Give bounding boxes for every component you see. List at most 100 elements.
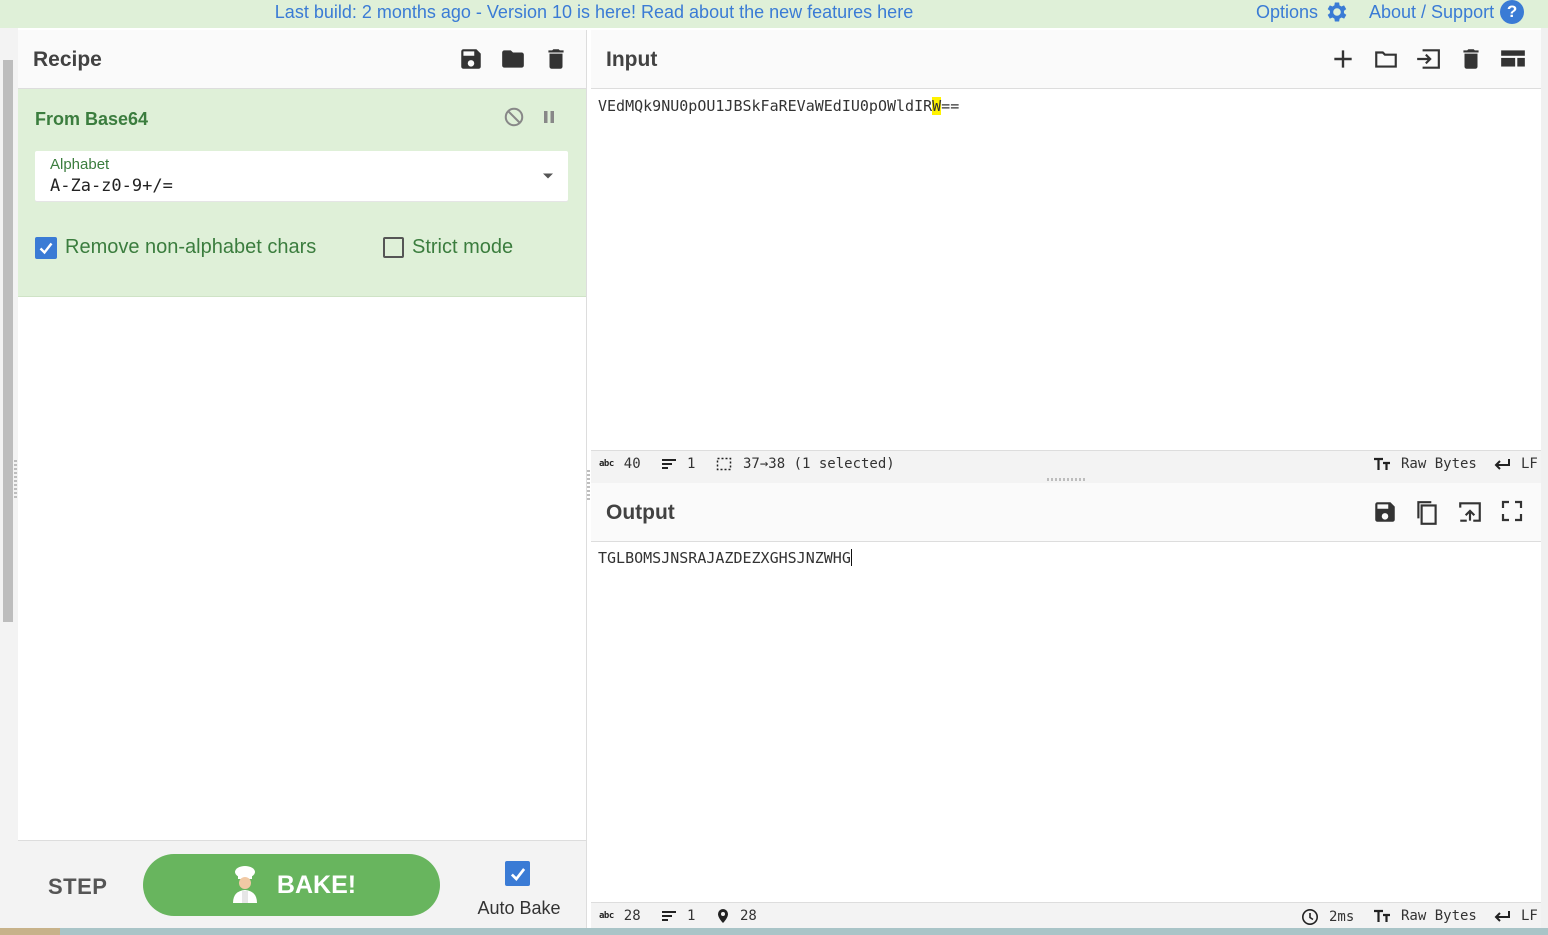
reset-layout-icon[interactable]: [1499, 46, 1525, 72]
save-icon[interactable]: [458, 46, 484, 72]
auto-bake-checkbox[interactable]: Auto Bake: [476, 861, 566, 921]
output-line-count: 1: [661, 908, 695, 924]
lines-icon: [661, 458, 677, 470]
save-output-icon[interactable]: [1372, 499, 1398, 525]
output-caret-position: 28: [716, 908, 757, 924]
operation-title: From Base64: [35, 109, 149, 129]
input-text-before: VEdMQk9NU0pOU1JBSkFaREVaWEdIU0pOWldIR: [598, 97, 933, 115]
input-title: Input: [606, 48, 658, 71]
auto-bake-label: Auto Bake: [477, 898, 561, 918]
lines-icon: [661, 910, 677, 922]
column-resize-grip[interactable]: [587, 470, 590, 500]
input-encoding-value: Raw Bytes: [1401, 456, 1477, 472]
remove-non-alphabet-label: Remove non-alphabet chars: [65, 236, 317, 258]
chevron-down-icon: [542, 172, 554, 180]
chef-icon: [227, 865, 263, 905]
about-support-label: About / Support: [1369, 1, 1495, 22]
char-count-icon: abc: [599, 459, 614, 469]
from-base64-operation[interactable]: From Base64 Alphabet A-Za-z0-9+/= Remove…: [18, 89, 586, 297]
return-icon: [1493, 457, 1511, 471]
input-char-count-value: 40: [623, 456, 641, 472]
output-title: Output: [606, 501, 675, 524]
output-eol[interactable]: LF: [1493, 908, 1538, 924]
taskbar-edge: [0, 928, 1548, 935]
output-encoding-value: Raw Bytes: [1401, 908, 1477, 924]
add-tab-icon[interactable]: [1330, 46, 1356, 72]
taskbar-edge-left: [0, 928, 60, 935]
left-resize-grip[interactable]: [14, 460, 17, 498]
disable-icon[interactable]: [503, 106, 525, 128]
options-label: Options: [1256, 1, 1319, 22]
output-char-count: abc 28: [599, 908, 641, 924]
output-text-value: TGLBOMSJNSRAJAZDEZXGHSJNZWHG: [598, 549, 851, 567]
char-count-icon: abc: [599, 911, 614, 921]
recipe-title: Recipe: [33, 48, 102, 71]
alphabet-select[interactable]: Alphabet A-Za-z0-9+/=: [35, 151, 568, 201]
output-position-value: 28: [740, 908, 757, 924]
open-file-icon[interactable]: [1413, 46, 1440, 72]
checkbox-unchecked-icon: [383, 237, 404, 258]
folder-icon[interactable]: [500, 46, 526, 72]
text-type-icon: [1373, 457, 1391, 471]
build-notice-link[interactable]: Last build: 2 months ago - Version 10 is…: [0, 0, 1188, 24]
input-textarea[interactable]: VEdMQk9NU0pOU1JBSkFaREVaWEdIU0pOWldIRW==: [598, 97, 959, 115]
output-status-bar: abc 28 1 28 2ms Raw Bytes LF: [591, 902, 1541, 929]
output-header: Output: [591, 483, 1541, 542]
checkbox-checked-icon: [35, 236, 57, 259]
alphabet-label: Alphabet: [50, 156, 110, 173]
input-selection-info: 37→38 (1 selected): [716, 456, 895, 472]
right-window-edge: [1541, 28, 1548, 928]
open-folder-icon[interactable]: [1372, 46, 1398, 72]
bake-time-value: 2ms: [1329, 909, 1355, 925]
recipe-header: Recipe: [18, 30, 586, 89]
replace-input-icon[interactable]: [1457, 499, 1483, 525]
trash-icon[interactable]: [543, 46, 569, 72]
options-button[interactable]: Options: [1256, 0, 1350, 24]
input-line-count-value: 1: [687, 456, 696, 472]
return-icon: [1493, 909, 1511, 923]
output-textarea[interactable]: TGLBOMSJNSRAJAZDEZXGHSJNZWHG: [598, 549, 852, 567]
output-char-count-value: 28: [623, 908, 641, 924]
input-line-count: 1: [661, 456, 695, 472]
fullscreen-icon[interactable]: [1500, 499, 1526, 525]
strict-mode-label: Strict mode: [412, 236, 514, 258]
output-line-count-value: 1: [687, 908, 696, 924]
row-resize-grip[interactable]: [1047, 478, 1087, 481]
recipe-controls: STEP BAKE! Auto Bake: [18, 840, 586, 929]
selection-icon: [716, 457, 733, 472]
output-eol-value: LF: [1521, 908, 1538, 924]
gear-icon: [1324, 0, 1350, 25]
text-type-icon: [1373, 909, 1391, 923]
checkbox-checked-icon: [505, 861, 530, 886]
recipe-panel: Recipe From Base64 Alphabet A-Za-z0-9+/=: [18, 30, 587, 929]
input-eol-value: LF: [1521, 456, 1538, 472]
input-selection-value: 37→38 (1 selected): [743, 456, 895, 472]
remove-non-alphabet-checkbox[interactable]: Remove non-alphabet chars: [35, 236, 316, 259]
input-eol[interactable]: LF: [1493, 456, 1538, 472]
top-banner: Last build: 2 months ago - Version 10 is…: [0, 0, 1548, 28]
clear-input-icon[interactable]: [1458, 46, 1484, 72]
bake-label: BAKE!: [276, 870, 357, 899]
left-scrollbar-thumb[interactable]: [3, 60, 13, 622]
copy-icon[interactable]: [1414, 499, 1440, 525]
input-text-selection: W: [932, 97, 942, 115]
input-text-after: ==: [941, 97, 960, 115]
input-panel: Input VEdMQk9NU0pOU1JBSkFaREVaWEdIU0pOWl…: [591, 30, 1541, 477]
step-button[interactable]: STEP: [48, 874, 107, 900]
output-panel: Output TGLBOMSJNSRAJAZDEZXGHSJNZWHG abc …: [591, 483, 1541, 929]
input-encoding[interactable]: Raw Bytes: [1373, 456, 1477, 472]
clock-icon: [1301, 908, 1319, 926]
bake-time: 2ms: [1301, 908, 1354, 926]
output-encoding[interactable]: Raw Bytes: [1373, 908, 1477, 924]
pause-icon[interactable]: [539, 106, 559, 128]
input-header: Input: [591, 30, 1541, 89]
input-status-bar: abc 40 1 37→38 (1 selected) Raw Bytes LF: [591, 450, 1541, 477]
text-caret: [850, 549, 852, 566]
about-support-button[interactable]: About / Support ?: [1369, 0, 1525, 24]
strict-mode-checkbox[interactable]: Strict mode: [383, 236, 513, 259]
alphabet-value: A-Za-z0-9+/=: [50, 176, 173, 196]
location-pin-icon: [716, 908, 730, 924]
bake-button[interactable]: BAKE!: [143, 854, 440, 916]
input-char-count: abc 40: [599, 456, 641, 472]
help-icon: ?: [1500, 0, 1525, 24]
